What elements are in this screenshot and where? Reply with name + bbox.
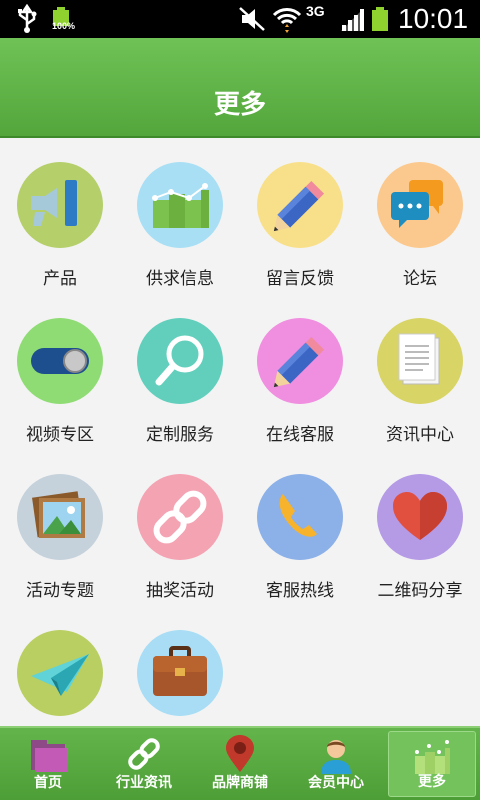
grid-item-lottery[interactable]: 抽奖活动 (120, 452, 240, 608)
status-bar: 100% 3G 10:01 (0, 0, 480, 38)
phone-icon (257, 474, 343, 560)
nav-label: 首页 (34, 775, 62, 791)
link-icon (123, 734, 165, 774)
grid-item-video[interactable]: 视频专区 (0, 296, 120, 452)
page-title: 更多 (213, 90, 266, 120)
usb-icon (14, 0, 40, 38)
network-type: 3G (306, 3, 325, 19)
nav-item-industry-news[interactable]: 行业资讯 (96, 728, 192, 800)
clock: 10:01 (398, 3, 469, 34)
nav-label: 品牌商铺 (212, 775, 268, 791)
bar-chart-icon (411, 736, 453, 776)
document-icon (377, 318, 463, 404)
user-icon (315, 734, 357, 774)
grid-item-label: 定制服务 (146, 425, 214, 445)
photo-icon (17, 474, 103, 560)
paper-plane-icon (17, 630, 103, 716)
battery-percentage: 100% (52, 21, 76, 31)
folder-icon (27, 734, 69, 774)
heart-icon (377, 474, 463, 560)
grid-item-label: 资讯中心 (386, 425, 454, 445)
grid-item-qrcode-share[interactable]: 二维码分享 (360, 452, 480, 608)
wifi-icon (272, 0, 302, 38)
grid-item-label: 论坛 (403, 269, 437, 289)
grid-item-forum[interactable]: 论坛 (360, 140, 480, 296)
bar-chart-icon (137, 162, 223, 248)
mute-icon (238, 0, 266, 38)
title-bar: 更多 (0, 38, 480, 138)
nav-label: 行业资讯 (116, 775, 172, 791)
grid-item-label: 在线客服 (266, 425, 334, 445)
bottom-nav: 首页 行业资讯 品牌商铺 会员中心 更多 (0, 726, 480, 800)
grid-item-label: 客服热线 (266, 581, 334, 601)
grid-item-label: 产品 (43, 269, 77, 289)
toggle-switch-icon (17, 318, 103, 404)
megaphone-icon (17, 162, 103, 248)
pencil-icon (257, 318, 343, 404)
briefcase-icon (137, 630, 223, 716)
grid-item-label: 二维码分享 (377, 581, 463, 601)
nav-item-brand-shops[interactable]: 品牌商铺 (192, 728, 288, 800)
nav-item-home[interactable]: 首页 (0, 728, 96, 800)
nav-item-member-center[interactable]: 会员中心 (288, 728, 384, 800)
map-pin-icon (219, 734, 261, 774)
grid-item-label: 视频专区 (26, 425, 94, 445)
grid-item-label: 留言反馈 (266, 269, 334, 289)
battery-small-icon: 100% (50, 0, 76, 38)
nav-item-more[interactable]: 更多 (388, 731, 476, 797)
grid-item-supply-demand[interactable]: 供求信息 (120, 140, 240, 296)
link-icon (137, 474, 223, 560)
grid-item-custom-service[interactable]: 定制服务 (120, 296, 240, 452)
grid-item-label: 抽奖活动 (146, 581, 214, 601)
nav-label: 会员中心 (308, 775, 364, 791)
grid-item-label: 活动专题 (26, 581, 94, 601)
grid-item-news-center[interactable]: 资讯中心 (360, 296, 480, 452)
grid-item-feedback[interactable]: 留言反馈 (240, 140, 360, 296)
magnifier-icon (137, 318, 223, 404)
grid-item-hotline[interactable]: 客服热线 (240, 452, 360, 608)
grid-item-online-service[interactable]: 在线客服 (240, 296, 360, 452)
signal-icon (340, 0, 366, 38)
chat-bubbles-icon (377, 162, 463, 248)
grid-item-label: 供求信息 (146, 269, 214, 289)
nav-label: 更多 (418, 774, 446, 790)
pencil-icon (257, 162, 343, 248)
grid-item-products[interactable]: 产品 (0, 140, 120, 296)
grid-item-events[interactable]: 活动专题 (0, 452, 120, 608)
battery-icon (370, 0, 390, 38)
